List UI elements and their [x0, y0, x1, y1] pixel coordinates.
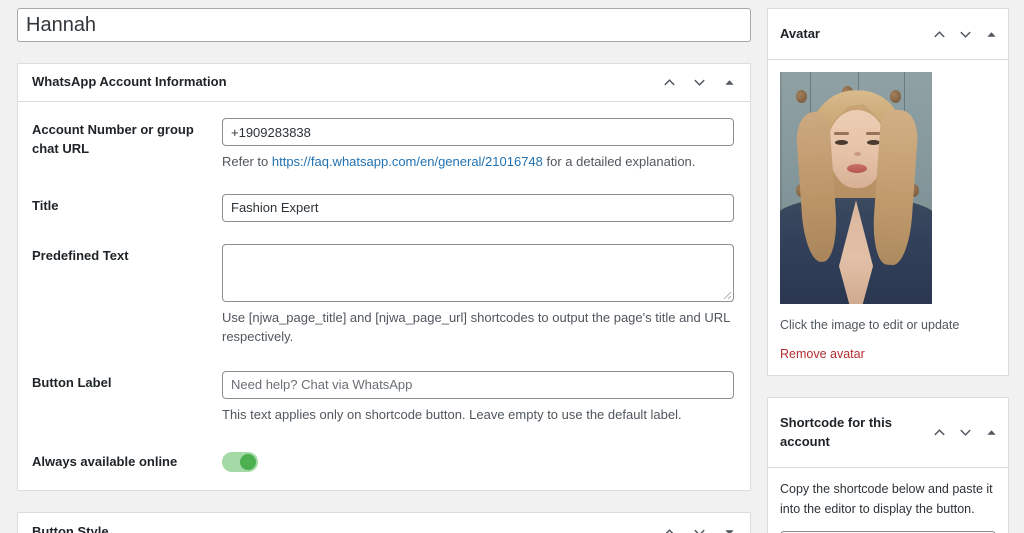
move-down-button[interactable] [952, 19, 978, 49]
predefined-text-control: Use [njwa_page_title] and [njwa_page_url… [222, 243, 736, 347]
predefined-text-help: Use [njwa_page_title] and [njwa_page_url… [222, 309, 730, 345]
main-column: WhatsApp Account Information [17, 8, 751, 533]
title-control [222, 193, 736, 222]
shortcode-description: Copy the shortcode below and paste it in… [780, 482, 993, 516]
always-online-control [222, 450, 736, 472]
panel-body: Account Number or group chat URL Refer t… [18, 102, 750, 490]
whatsapp-account-information-panel: WhatsApp Account Information Account Num… [17, 63, 751, 491]
field-row-title: Title [32, 172, 736, 222]
shortcode-handle-actions [926, 418, 1008, 448]
triangle-up-icon[interactable] [978, 418, 1004, 448]
panel-bottom-spacer [32, 472, 736, 490]
field-row-predefined-text: Predefined Text Use [njwa_page_title] an… [32, 222, 736, 347]
move-up-button[interactable] [926, 19, 952, 49]
admin-edit-screen: WhatsApp Account Information [0, 0, 1024, 533]
triangle-down-icon[interactable] [714, 515, 744, 533]
button-label-help: This text applies only on shortcode butt… [222, 406, 682, 422]
move-up-button[interactable] [654, 515, 684, 533]
title-field-input[interactable] [222, 193, 734, 222]
button-style-panel: Button Style [17, 512, 751, 533]
always-online-toggle[interactable] [222, 452, 258, 472]
button-label-input[interactable] [222, 370, 734, 399]
photo-subject [834, 132, 849, 136]
shortcode-panel-header[interactable]: Shortcode for this account [768, 398, 1008, 469]
avatar-caption: Click the image to edit or update [780, 318, 960, 333]
side-column: Avatar Click the image to edit or update… [767, 8, 1009, 533]
shortcode-panel: Shortcode for this account Copy the shor… [767, 397, 1009, 533]
move-up-button[interactable] [926, 418, 952, 448]
move-up-button[interactable] [654, 66, 684, 100]
account-number-label: Account Number or group chat URL [32, 122, 194, 156]
avatar-panel-title: Avatar [780, 25, 820, 41]
field-row-always-online: Always available online [32, 424, 736, 472]
panel-header[interactable]: WhatsApp Account Information [18, 64, 750, 102]
account-number-help: Refer to https://faq.whatsapp.com/en/gen… [222, 152, 734, 172]
title-label: Title [32, 197, 59, 213]
panel-handle-actions [654, 66, 750, 100]
field-row-button-label: Button Label This text applies only on s… [32, 347, 736, 425]
account-number-control: Refer to https://faq.whatsapp.com/en/gen… [222, 118, 736, 172]
help-suffix: for a detailed explanation. [542, 154, 696, 169]
avatar-panel: Avatar Click the image to edit or update… [767, 8, 1009, 377]
help-prefix: Refer to [222, 154, 272, 169]
move-down-button[interactable] [952, 418, 978, 448]
avatar-panel-body: Click the image to edit or update Remove… [768, 60, 1008, 375]
predefined-text-textarea[interactable] [222, 243, 734, 302]
remove-avatar-link[interactable]: Remove avatar [780, 347, 865, 361]
panel-title: WhatsApp Account Information [32, 74, 227, 90]
avatar-panel-header[interactable]: Avatar [768, 9, 1008, 61]
button-style-panel-title: Button Style [32, 523, 109, 533]
toggle-knob [240, 454, 256, 470]
shortcode-panel-body: Copy the shortcode below and paste it in… [768, 468, 1008, 533]
field-row-account-number: Account Number or group chat URL Refer t… [32, 102, 736, 172]
triangle-up-icon[interactable] [714, 66, 744, 100]
whatsapp-faq-link[interactable]: https://faq.whatsapp.com/en/general/2101… [272, 154, 543, 169]
avatar-handle-actions [926, 19, 1008, 49]
move-down-button[interactable] [684, 515, 714, 533]
button-style-handle-actions [654, 515, 750, 533]
textarea-wrapper [222, 243, 734, 302]
post-title-input[interactable] [17, 8, 751, 42]
button-style-panel-header[interactable]: Button Style [18, 513, 750, 533]
predefined-text-label: Predefined Text [32, 247, 129, 263]
account-number-input[interactable] [222, 118, 734, 146]
button-label-control: This text applies only on shortcode butt… [222, 370, 736, 425]
button-label-label: Button Label [32, 374, 112, 390]
avatar-image[interactable] [780, 72, 932, 305]
always-online-label: Always available online [32, 454, 178, 469]
triangle-up-icon[interactable] [978, 19, 1004, 49]
move-down-button[interactable] [684, 66, 714, 100]
shortcode-panel-title: Shortcode for this account [780, 414, 892, 449]
